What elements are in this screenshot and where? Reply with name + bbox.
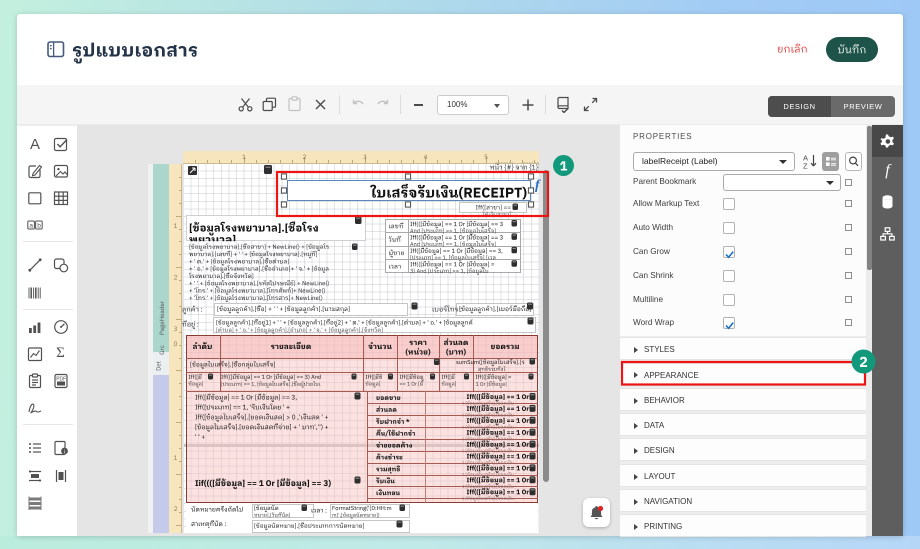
- svg-text:i: i: [63, 449, 64, 455]
- svg-text:b: b: [37, 222, 41, 229]
- svg-text:Z: Z: [803, 162, 808, 171]
- svg-text:a: a: [29, 222, 33, 229]
- svg-text:PDF: PDF: [56, 377, 66, 383]
